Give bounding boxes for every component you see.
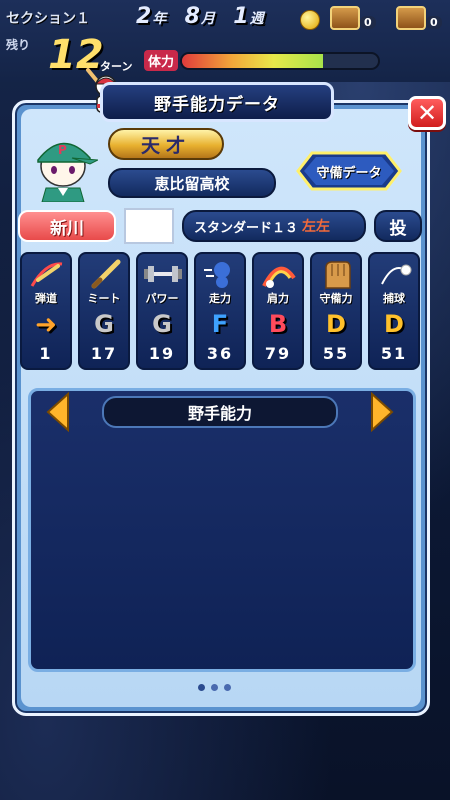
coin-icon: [300, 10, 320, 30]
stamina-bar: [180, 52, 380, 70]
player-name: 新川: [18, 210, 116, 242]
school-name: 恵比留高校: [108, 168, 276, 198]
month-value: 8: [184, 4, 201, 29]
stat-value: 51: [380, 344, 408, 363]
section-label: セクション１: [6, 11, 90, 27]
year-value: 2: [136, 4, 153, 29]
stat-grade: F: [211, 310, 229, 338]
stat-label: パワー: [145, 292, 179, 305]
panel-title: 野手能力データ: [100, 82, 334, 122]
page-dot: [224, 684, 231, 691]
game-date: 2年 8月 1週: [136, 4, 265, 29]
stat-card-trajectory: 弾道 ➜ 1: [20, 252, 72, 370]
stamina-fill: [182, 54, 324, 68]
stat-value: 79: [264, 344, 292, 363]
stat-value: 55: [322, 344, 350, 363]
stat-label: 守備力: [319, 292, 353, 305]
defense-data-button[interactable]: 守備データ: [290, 150, 408, 192]
top-hud: セクション１ 残り 12 ターン 2年 8月 1週 0 0 体力: [0, 0, 450, 82]
remaining-label: 残り: [6, 38, 31, 52]
svg-text:P: P: [58, 143, 67, 157]
glove-icon: [325, 261, 351, 289]
stat-card-power: パワー G 19: [136, 252, 188, 370]
chest-count: 0: [360, 16, 376, 29]
rank-badge: 天才: [108, 128, 224, 160]
stat-grade: G: [152, 310, 172, 338]
stat-card-speed: 走力 F 36: [194, 252, 246, 370]
runner-icon: [204, 262, 230, 288]
week-unit: 週: [249, 11, 265, 27]
stat-label: 走力: [209, 292, 231, 305]
handedness-glyph: 左左: [302, 219, 331, 235]
stat-value: 19: [148, 344, 176, 363]
stat-value: 1: [39, 344, 53, 363]
stat-card-fielding: 守備力 D 55: [310, 252, 362, 370]
stat-card-arm: 肩力 B 79: [252, 252, 304, 370]
bat-icon: [91, 259, 121, 289]
stat-card-catching: 捕球 D 51: [368, 252, 420, 370]
stat-grade: ➜: [35, 310, 57, 340]
stat-label: 捕球: [383, 292, 405, 305]
stat-value: 36: [206, 344, 234, 363]
close-icon: ✕: [416, 99, 438, 127]
trajectory-icon: [30, 262, 63, 287]
page-dot: [211, 684, 218, 691]
arc-ball-icon: [262, 266, 296, 288]
player-avatar: P: [37, 142, 98, 202]
stat-card-meet: ミート G 17: [78, 252, 130, 370]
blank-slot: [124, 208, 174, 244]
ability-panel: [28, 388, 416, 672]
position-badge: 投: [374, 210, 422, 242]
stat-label: 肩力: [267, 292, 289, 305]
stat-value: 17: [90, 344, 118, 363]
next-page-arrow-icon[interactable]: [370, 392, 394, 432]
defense-button-label: 守備データ: [316, 165, 382, 181]
stat-grade: D: [384, 310, 404, 338]
stat-grade: D: [326, 310, 346, 338]
treasure-chest-icon[interactable]: [396, 6, 426, 30]
stat-grade: G: [94, 310, 114, 338]
close-button[interactable]: ✕: [408, 96, 446, 130]
month-unit: 月: [200, 11, 216, 27]
treasure-chest-icon[interactable]: [330, 6, 360, 30]
week-value: 1: [233, 4, 250, 29]
stat-label: ミート: [87, 292, 121, 305]
dumbbell-icon: [144, 266, 182, 282]
ability-title: 野手能力: [102, 396, 338, 428]
page-dot: [198, 684, 205, 691]
chest-count: 0: [426, 16, 442, 29]
stat-grade: B: [268, 310, 288, 338]
prev-page-arrow-icon[interactable]: [46, 392, 70, 432]
year-unit: 年: [152, 11, 168, 27]
catch-icon: [381, 264, 412, 285]
standard-label: スタンダード１３ 左左: [182, 210, 366, 242]
stat-cards: 弾道 ➜ 1 ミート G 17 パワー G 19 走力 F 36 肩力 B 79…: [20, 252, 424, 370]
page-indicator: [198, 684, 231, 691]
stamina-label: 体力: [144, 50, 179, 71]
standard-text: スタンダード１３: [194, 220, 299, 236]
stat-label: 弾道: [35, 292, 57, 305]
